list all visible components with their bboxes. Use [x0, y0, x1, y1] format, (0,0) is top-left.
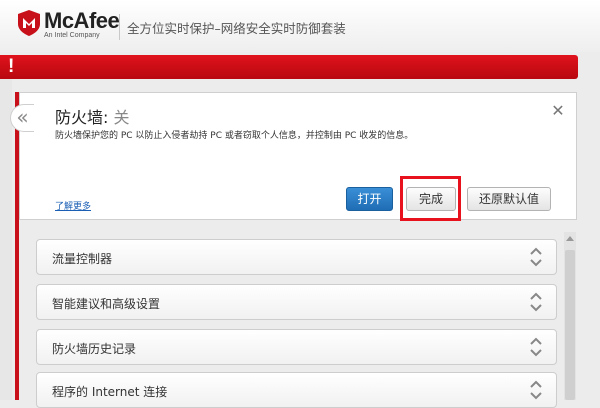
header-divider	[119, 14, 120, 40]
section-firewall-history[interactable]: 防火墙历史记录	[36, 329, 557, 365]
mcafee-shield-icon	[18, 10, 40, 36]
section-traffic-controller[interactable]: 流量控制器	[36, 239, 557, 275]
close-icon[interactable]: ✕	[549, 101, 567, 121]
left-rail	[0, 79, 12, 400]
expand-collapse-icon	[530, 292, 542, 312]
expand-collapse-icon	[530, 247, 542, 267]
restore-defaults-button[interactable]: 还原默认值	[467, 187, 551, 211]
title-separator: :	[103, 108, 114, 127]
brand-subtitle: An Intel Company	[44, 32, 100, 39]
section-label: 流量控制器	[52, 252, 113, 266]
panel-description: 防火墙保护您的 PC 以防止入侵者劫持 PC 或者窃取个人信息，并控制由 PC …	[55, 131, 414, 141]
section-smart-advice[interactable]: 智能建议和高级设置	[36, 284, 557, 320]
open-button[interactable]: 打开	[346, 187, 393, 211]
alert-bar[interactable]: !	[0, 55, 578, 79]
header-tagline: 全方位实时保护–网络安全实时防御套装	[127, 21, 346, 36]
done-button-highlight	[400, 176, 461, 221]
app-header: McAfee An Intel Company 全方位实时保护–网络安全实时防御…	[0, 0, 600, 52]
scroll-up-arrow-icon[interactable]	[566, 236, 574, 241]
panel-title-text: 防火墙	[55, 108, 104, 127]
expand-collapse-icon	[530, 337, 542, 357]
scrollbar-thumb[interactable]	[565, 250, 575, 400]
alert-exclamation-icon: !	[8, 56, 15, 77]
double-chevron-left-icon: «	[16, 105, 29, 129]
section-internet-connections[interactable]: 程序的 Internet 连接	[36, 372, 557, 408]
section-label: 程序的 Internet 连接	[52, 385, 168, 399]
expand-collapse-icon	[530, 380, 542, 400]
brand-name: McAfee	[44, 8, 120, 33]
collapse-panel-button[interactable]: «	[10, 104, 34, 132]
section-label: 智能建议和高级设置	[52, 297, 161, 311]
panel-title: 防火墙: 关	[55, 104, 130, 128]
learn-more-link[interactable]: 了解更多	[55, 199, 91, 212]
firewall-status: 关	[113, 108, 130, 127]
section-label: 防火墙历史记录	[52, 342, 137, 356]
